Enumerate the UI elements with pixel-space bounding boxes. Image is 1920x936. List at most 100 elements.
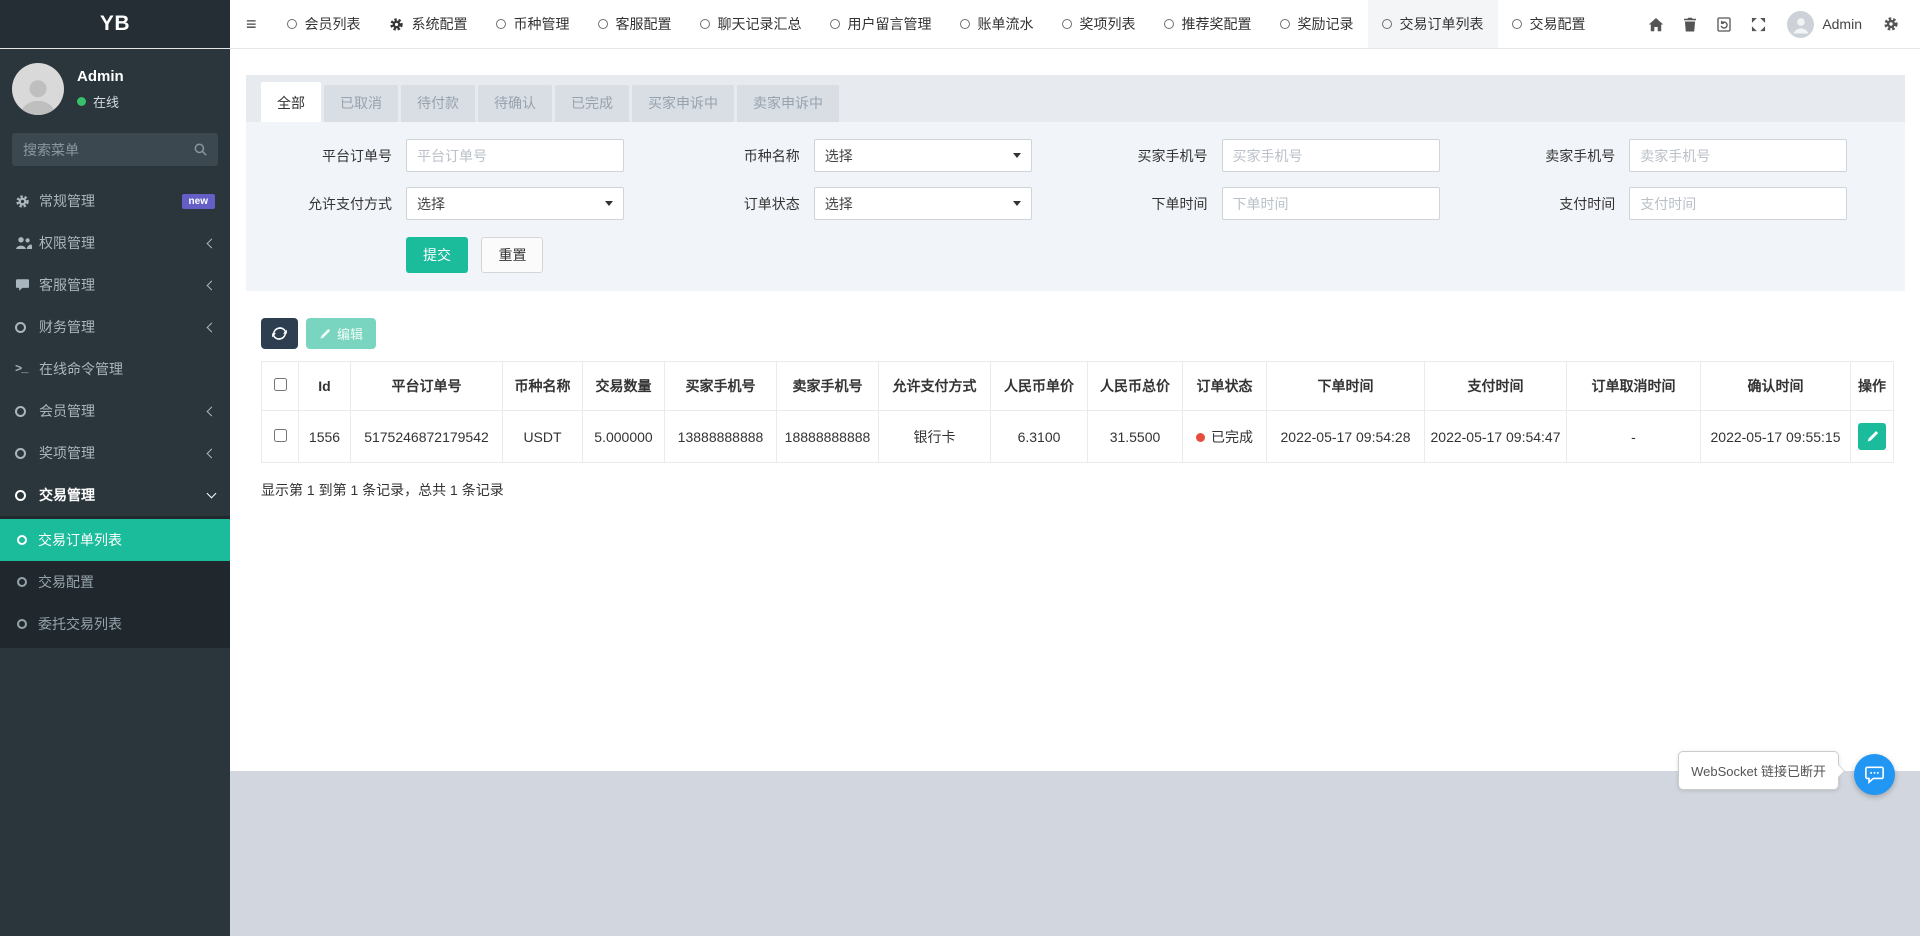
admin-menu[interactable]: Admin bbox=[1775, 10, 1874, 38]
app-logo[interactable]: YB bbox=[0, 0, 230, 48]
tab-3[interactable]: 待付款 bbox=[401, 85, 475, 122]
column-header-11: 下单时间 bbox=[1266, 361, 1425, 411]
column-header-5: 买家手机号 bbox=[664, 361, 777, 411]
sidebar-item-4[interactable]: 财务管理 bbox=[0, 306, 230, 348]
cell-order-time: 2022-05-17 09:54:28 bbox=[1266, 410, 1425, 463]
nav-item-4[interactable]: 客服配置 bbox=[584, 0, 686, 48]
home-icon[interactable] bbox=[1639, 0, 1673, 49]
buyer-phone-input[interactable] bbox=[1221, 139, 1440, 172]
chevron-left-icon bbox=[206, 238, 217, 248]
nav-item-11[interactable]: 交易订单列表 bbox=[1367, 0, 1498, 48]
terminal-icon: >_ bbox=[15, 362, 28, 376]
nav-item-8[interactable]: 奖项列表 bbox=[1048, 0, 1150, 48]
platform-order-no-input[interactable] bbox=[406, 139, 624, 172]
tab-7[interactable]: 卖家申诉中 bbox=[737, 85, 839, 122]
nav-item-label: 会员列表 bbox=[304, 16, 361, 32]
filter-field-order-status: 订单状态 选择 bbox=[668, 187, 1076, 220]
sidebar-item-8[interactable]: 交易管理 bbox=[0, 474, 230, 516]
user-info: Admin 在线 bbox=[77, 68, 124, 111]
nav-item-10[interactable]: 奖励记录 bbox=[1266, 0, 1368, 48]
circle-icon bbox=[597, 19, 608, 29]
nav-item-9[interactable]: 推荐奖配置 bbox=[1150, 0, 1266, 48]
row-edit-button[interactable] bbox=[1858, 423, 1886, 450]
sidebar-item-2[interactable]: 权限管理 bbox=[0, 222, 230, 264]
nav-item-label: 客服配置 bbox=[615, 16, 672, 32]
caret-down-icon bbox=[1012, 153, 1021, 158]
filter-form: 平台订单号币种名称选择买家手机号卖家手机号允许支付方式选择订单状态选择下单时间支… bbox=[246, 122, 1905, 222]
nav-item-1[interactable]: 会员列表 bbox=[273, 0, 375, 48]
reset-button[interactable]: 重置 bbox=[481, 237, 544, 273]
search-icon[interactable] bbox=[194, 143, 207, 156]
sidebar-subitem-2[interactable]: 交易配置 bbox=[0, 561, 230, 603]
filter-label-order-time: 下单时间 bbox=[1151, 195, 1208, 212]
pay-time-input[interactable] bbox=[1629, 187, 1848, 220]
sidebar-item-3[interactable]: 客服管理 bbox=[0, 264, 230, 306]
select-all-checkbox[interactable] bbox=[273, 378, 287, 391]
submit-button[interactable]: 提交 bbox=[406, 237, 468, 273]
top-navbar: YB ≡ 会员列表 系统配置 币种管理 客服配置 聊天记录汇总 用户留言管理 账单流水 奖项列… bbox=[0, 0, 1920, 49]
admin-avatar bbox=[1787, 10, 1815, 38]
cell-cny-total-price: 31.5500 bbox=[1087, 410, 1183, 463]
cell-pay-method: 银行卡 bbox=[878, 410, 991, 463]
cogs-icon bbox=[15, 194, 30, 209]
sidebar-item-label: 会员管理 bbox=[39, 403, 95, 419]
circle-icon bbox=[15, 405, 26, 417]
edit-button[interactable]: 编辑 bbox=[306, 318, 377, 349]
tab-5[interactable]: 已完成 bbox=[555, 85, 629, 122]
cell-cny-unit-price: 6.3100 bbox=[990, 410, 1088, 463]
filter-field-pay-method: 允许支付方式 选择 bbox=[260, 187, 668, 220]
column-header-15: 操作 bbox=[1850, 361, 1894, 411]
nav-item-12[interactable]: 交易配置 bbox=[1498, 0, 1600, 48]
nav-item-2[interactable]: 系统配置 bbox=[375, 0, 482, 48]
filter-field-order-time: 下单时间 bbox=[1076, 187, 1484, 220]
circle-icon bbox=[1511, 19, 1522, 29]
sidebar-item-1[interactable]: 常规管理 new bbox=[0, 180, 230, 222]
coin-name-select[interactable]: 选择 bbox=[813, 139, 1032, 172]
tab-1[interactable]: 全部 bbox=[261, 82, 321, 122]
sidebar-item-label: 财务管理 bbox=[39, 319, 95, 335]
sidebar-toggle-hamburger-icon[interactable]: ≡ bbox=[230, 0, 273, 48]
sidebar-item-6[interactable]: 会员管理 bbox=[0, 390, 230, 432]
nav-item-3[interactable]: 币种管理 bbox=[482, 0, 584, 48]
filter-label-buyer-phone: 买家手机号 bbox=[1137, 147, 1208, 164]
user-status: 在线 bbox=[77, 92, 124, 111]
sidebar-item-label: 交易管理 bbox=[39, 487, 95, 503]
circle-icon bbox=[15, 489, 26, 501]
nav-item-6[interactable]: 用户留言管理 bbox=[816, 0, 946, 48]
nav-item-5[interactable]: 聊天记录汇总 bbox=[686, 0, 816, 48]
nav-item-label: 账单流水 bbox=[977, 16, 1034, 32]
pay-method-select[interactable]: 选择 bbox=[406, 187, 624, 220]
row-checkbox[interactable] bbox=[273, 428, 287, 442]
sidebar-subitem-3[interactable]: 委托交易列表 bbox=[0, 603, 230, 645]
cogs-icon[interactable] bbox=[1874, 0, 1908, 49]
filter-field-buyer-phone: 买家手机号 bbox=[1076, 139, 1484, 172]
seller-phone-input[interactable] bbox=[1629, 139, 1848, 172]
fullscreen-icon[interactable] bbox=[1741, 0, 1775, 49]
sidebar-item-7[interactable]: 奖项管理 bbox=[0, 432, 230, 474]
circle-icon bbox=[17, 577, 27, 587]
sidebar-item-5[interactable]: >_ 在线命令管理 bbox=[0, 348, 230, 390]
nav-item-label: 币种管理 bbox=[513, 16, 570, 32]
tab-6[interactable]: 买家申诉中 bbox=[632, 85, 734, 122]
circle-icon bbox=[1381, 19, 1392, 29]
nav-item-7[interactable]: 账单流水 bbox=[946, 0, 1048, 48]
sidebar-subitem-label: 交易订单列表 bbox=[38, 532, 122, 548]
main-content: 全部已取消待付款待确认已完成买家申诉中卖家申诉中 平台订单号币种名称选择买家手机… bbox=[230, 49, 1920, 936]
nav-item-label: 用户留言管理 bbox=[847, 16, 932, 32]
refresh-button[interactable] bbox=[261, 318, 298, 349]
trash-icon[interactable] bbox=[1673, 0, 1707, 49]
sidebar-subitem-1[interactable]: 交易订单列表 bbox=[0, 519, 230, 561]
filter-label-pay-method: 允许支付方式 bbox=[308, 195, 392, 212]
order-time-input[interactable] bbox=[1221, 187, 1440, 220]
nav-item-label: 系统配置 bbox=[411, 16, 468, 32]
nav-item-label: 奖项列表 bbox=[1079, 16, 1136, 32]
order-status-select[interactable]: 选择 bbox=[813, 187, 1032, 220]
refresh-page-icon[interactable] bbox=[1707, 0, 1741, 49]
circle-icon bbox=[829, 19, 840, 29]
search-input[interactable] bbox=[23, 141, 194, 158]
tab-4[interactable]: 待确认 bbox=[478, 85, 552, 122]
tab-2[interactable]: 已取消 bbox=[324, 85, 398, 122]
filter-field-platform-order-no: 平台订单号 bbox=[260, 139, 668, 172]
sidebar-user-panel: Admin 在线 bbox=[0, 49, 230, 125]
chat-widget-button[interactable] bbox=[1854, 754, 1895, 795]
